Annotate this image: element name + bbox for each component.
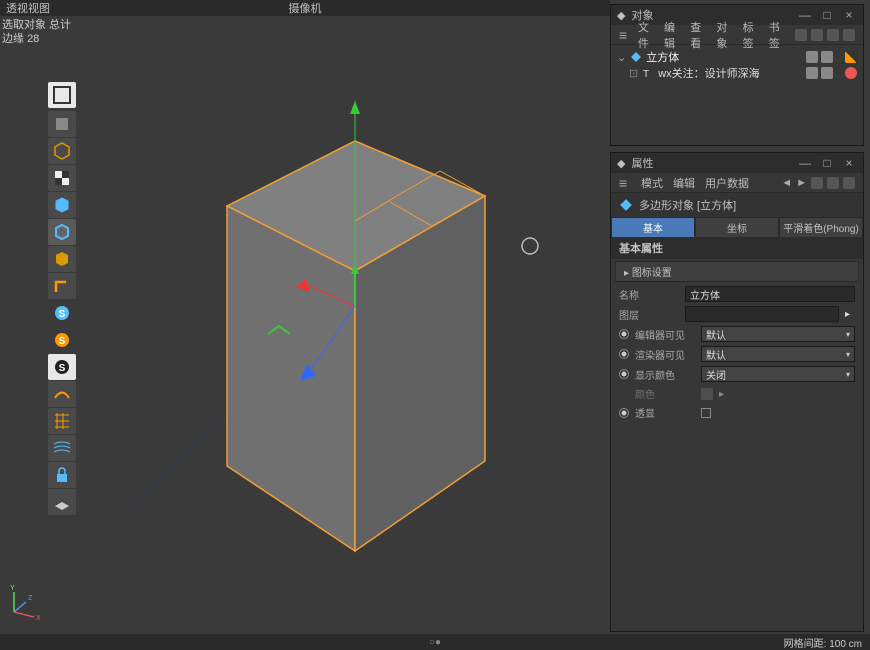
menu-hamburger-icon[interactable] <box>619 175 631 191</box>
display-color-radio[interactable] <box>619 369 629 379</box>
svg-text:Y: Y <box>10 585 15 592</box>
attributes-panel: ◆ 属性 — □ × 模式 编辑 用户数据 ◄ ► 多边形对象 [立方体] 基本… <box>610 152 864 632</box>
menu-tags[interactable]: 标签 <box>743 19 759 51</box>
attributes-panel-title: 属性 <box>631 155 653 171</box>
phong-tag-icon[interactable] <box>845 51 857 63</box>
timeline-indicator-icon: ○● <box>429 637 441 648</box>
funnel-icon[interactable] <box>843 29 855 41</box>
xray-checkbox[interactable] <box>701 408 711 418</box>
menu-edit[interactable]: 编辑 <box>664 19 680 51</box>
nav-back-icon[interactable]: ◄ <box>781 177 792 189</box>
svg-text:Z: Z <box>28 595 33 602</box>
display-color-dropdown[interactable]: 关闭 <box>701 366 855 382</box>
viewport-header: 透视视图 摄像机 <box>0 0 610 16</box>
polygon-object-icon <box>630 51 642 63</box>
render-vis-dropdown[interactable]: 默认 <box>701 346 855 362</box>
axis-gizmo: Y X Z <box>4 582 44 622</box>
minimize-button[interactable]: — <box>797 7 813 23</box>
attributes-menubar: 模式 编辑 用户数据 ◄ ► <box>611 173 863 193</box>
perspective-viewport[interactable] <box>0 16 610 634</box>
text-row-icon: ⊡ <box>629 67 638 80</box>
attribute-tabs: 基本 坐标 平滑着色(Phong) <box>611 217 863 237</box>
object-row-text[interactable]: ⊡ T wx关注：设计师深海 <box>617 65 857 81</box>
home-icon[interactable] <box>811 29 823 41</box>
maximize-button[interactable]: □ <box>819 7 835 23</box>
editor-vis-row: 编辑器可见 默认 <box>611 324 863 344</box>
visibility-tag[interactable] <box>806 67 818 79</box>
text-object-icon: T <box>642 67 654 79</box>
camera-label[interactable]: 摄像机 <box>289 0 322 16</box>
nav-fwd-icon[interactable]: ► <box>796 177 807 189</box>
basic-props-header: 基本属性 <box>611 237 863 259</box>
menu-edit[interactable]: 编辑 <box>673 175 695 191</box>
lock-icon[interactable] <box>827 177 839 189</box>
search-icon[interactable] <box>795 29 807 41</box>
close-button[interactable]: × <box>841 155 857 171</box>
render-vis-radio[interactable] <box>619 349 629 359</box>
object-row-cube[interactable]: ⌄ 立方体 <box>617 49 857 65</box>
menu-hamburger-icon[interactable] <box>619 27 628 43</box>
visibility-tag[interactable] <box>806 51 818 63</box>
close-button[interactable]: × <box>841 7 857 23</box>
status-bar: ○● 网格间距: 100 cm <box>0 634 870 650</box>
grid-spacing-readout: 网格间距: 100 cm <box>784 635 862 650</box>
xray-row: 透显 <box>611 403 863 422</box>
viewport-title: 透视视图 <box>6 0 50 16</box>
menu-userdata[interactable]: 用户数据 <box>705 175 749 191</box>
eye-icon[interactable] <box>827 29 839 41</box>
editor-vis-dropdown[interactable]: 默认 <box>701 326 855 342</box>
attributes-titlebar[interactable]: ◆ 属性 — □ × <box>611 153 863 173</box>
svg-text:X: X <box>36 615 41 622</box>
maximize-button[interactable]: □ <box>819 155 835 171</box>
color-swatch[interactable] <box>701 388 713 400</box>
render-vis-row: 渲染器可见 默认 <box>611 344 863 364</box>
name-field-row: 名称 立方体 <box>611 284 863 304</box>
app-logo-icon: ◆ <box>617 157 625 170</box>
objects-panel: ◆ 对象 — □ × 文件 编辑 查看 对象 标签 书签 ⌄ 立方体 ⊡ T w… <box>610 4 864 146</box>
disabled-tag-icon[interactable] <box>845 67 857 79</box>
icon-settings-header[interactable]: ▸ 图标设置 <box>615 261 859 282</box>
polygon-object-icon <box>619 198 633 212</box>
gear-icon[interactable] <box>843 177 855 189</box>
menu-view[interactable]: 查看 <box>690 19 706 51</box>
expand-icon[interactable]: ⌄ <box>617 51 626 64</box>
tab-basic[interactable]: 基本 <box>611 217 695 237</box>
layer-input[interactable] <box>685 306 839 322</box>
name-input[interactable]: 立方体 <box>685 286 855 302</box>
svg-text:T: T <box>643 69 649 79</box>
menu-file[interactable]: 文件 <box>638 19 654 51</box>
xray-radio[interactable] <box>619 408 629 418</box>
menu-object[interactable]: 对象 <box>716 19 732 51</box>
color-picker-icon[interactable]: ▸ <box>719 389 729 399</box>
menu-mode[interactable]: 模式 <box>641 175 663 191</box>
render-tag[interactable] <box>821 67 833 79</box>
object-type-header: 多边形对象 [立方体] <box>611 193 863 217</box>
tab-coord[interactable]: 坐标 <box>695 217 779 237</box>
layer-picker-icon[interactable]: ▸ <box>845 309 855 319</box>
menu-bookmarks[interactable]: 书签 <box>769 19 785 51</box>
home-icon[interactable] <box>811 177 823 189</box>
display-color-row: 显示颜色 关闭 <box>611 364 863 384</box>
app-logo-icon: ◆ <box>617 9 625 22</box>
color-row: 颜色 ▸ <box>611 384 863 403</box>
minimize-button[interactable]: — <box>797 155 813 171</box>
layer-field-row: 图层 ▸ <box>611 304 863 324</box>
object-tree[interactable]: ⌄ 立方体 ⊡ T wx关注：设计师深海 <box>611 45 863 85</box>
editor-vis-radio[interactable] <box>619 329 629 339</box>
tab-phong[interactable]: 平滑着色(Phong) <box>779 217 863 237</box>
objects-menubar: 文件 编辑 查看 对象 标签 书签 <box>611 25 863 45</box>
render-tag[interactable] <box>821 51 833 63</box>
